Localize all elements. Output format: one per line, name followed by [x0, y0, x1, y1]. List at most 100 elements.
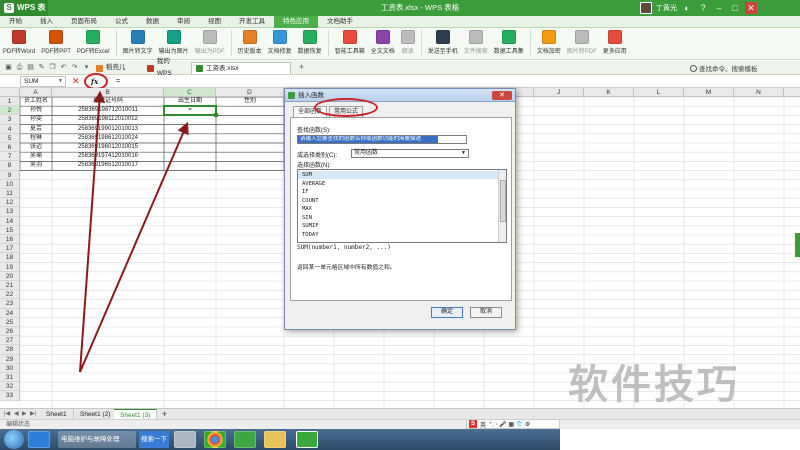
redo-icon[interactable]: ↷	[70, 63, 79, 72]
doc-tab[interactable]: 稻壳儿	[92, 62, 142, 74]
menu-tab[interactable]: 页面布局	[62, 16, 106, 28]
scroll-thumb[interactable]	[500, 180, 506, 222]
doc-tab[interactable]: 工资表.xlsx	[191, 62, 291, 74]
column-header[interactable]: K	[584, 88, 634, 97]
ribbon-button[interactable]: PDF转Word	[3, 30, 35, 55]
print-preview-icon[interactable]: ▤	[26, 63, 35, 72]
row-header[interactable]: 8	[0, 161, 20, 171]
search-button[interactable]: 搜索一下	[139, 431, 169, 448]
ok-button[interactable]: 确定	[431, 307, 463, 318]
row-header[interactable]: 32	[0, 382, 20, 392]
ribbon-button[interactable]: 输出为PDF	[195, 30, 225, 55]
id-number-cell[interactable]: 258369196512010017	[52, 161, 164, 170]
menu-tab[interactable]: 特色应用	[274, 16, 318, 28]
chevron-down-icon[interactable]: ▾	[82, 63, 91, 72]
row-header[interactable]: 26	[0, 327, 20, 337]
start-button[interactable]	[4, 430, 24, 449]
excel-icon[interactable]	[234, 431, 256, 448]
row-header[interactable]: 28	[0, 345, 20, 355]
ribbon-button[interactable]: 数据工具集	[494, 30, 524, 55]
row-header[interactable]: 13	[0, 207, 20, 217]
ribbon-button[interactable]: 历史版本	[238, 30, 262, 55]
row-header[interactable]: 12	[0, 198, 20, 208]
menu-tab[interactable]: 文档助手	[318, 16, 362, 28]
column-header[interactable]: L	[634, 88, 684, 97]
category-select[interactable]: 常用函数 ▼	[351, 149, 469, 158]
undo-icon[interactable]: ↶	[59, 63, 68, 72]
dialog-title-bar[interactable]: 插入函数 ✕	[285, 89, 515, 102]
row-header[interactable]: 14	[0, 216, 20, 226]
row-header[interactable]: 7	[0, 152, 20, 162]
id-number-cell[interactable]: 258369198612010024	[52, 134, 164, 143]
employee-name-cell[interactable]: 程琳	[20, 134, 52, 143]
ribbon-button[interactable]: 数据恢复	[298, 30, 322, 55]
row-header[interactable]: 33	[0, 391, 20, 401]
row-header[interactable]: 2	[0, 106, 20, 116]
maximize-button[interactable]: □	[729, 2, 741, 14]
folder-icon[interactable]	[264, 431, 286, 448]
ribbon-button[interactable]: 更多应用	[603, 30, 627, 55]
ribbon-button[interactable]: 文档修复	[268, 30, 292, 55]
function-list-item[interactable]: AVERAGE	[298, 180, 498, 188]
search-function-input[interactable]: 请输入您要查找的函数名称或函数功能的简要描述	[297, 135, 467, 144]
minimize-button[interactable]: –	[713, 2, 725, 14]
column-header[interactable]: O	[784, 88, 800, 97]
row-header[interactable]: 15	[0, 225, 20, 235]
format-painter-icon[interactable]: ✎	[37, 63, 46, 72]
column-header[interactable]: M	[684, 88, 734, 97]
table-header-cell[interactable]: 性别	[216, 97, 284, 106]
ribbon-button[interactable]: 输出为图片	[159, 30, 189, 55]
table-header-cell[interactable]: 员工姓名	[20, 97, 52, 106]
active-cell[interactable]: =	[163, 105, 217, 117]
row-header[interactable]: 11	[0, 189, 20, 199]
function-list-item[interactable]: MAX	[298, 205, 498, 213]
employee-name-cell[interactable]: 孙雯	[20, 115, 52, 124]
ribbon-button[interactable]: 文件搜索	[464, 30, 488, 55]
menu-tab[interactable]: 插入	[31, 16, 62, 28]
ribbon-button[interactable]: PDF转PPT	[41, 30, 71, 55]
ime-mode[interactable]: 英	[480, 420, 486, 429]
row-header[interactable]: 24	[0, 308, 20, 318]
ribbon-button[interactable]: 智能工具箱	[335, 30, 365, 55]
row-header[interactable]: 16	[0, 235, 20, 245]
column-header[interactable]: N	[734, 88, 784, 97]
function-list[interactable]: SUM AVERAGE IF COUNT MAX SIN SUMIF TODAY	[297, 169, 507, 243]
function-list-item[interactable]: TODAY	[298, 231, 498, 239]
print-icon[interactable]: ⎙	[15, 63, 24, 72]
function-list-item[interactable]: SUM	[298, 171, 498, 179]
row-header[interactable]: 1	[0, 97, 20, 107]
column-header[interactable]: J	[534, 88, 584, 97]
app-menu-button[interactable]: SWPS 表格	[0, 0, 48, 28]
column-header[interactable]: D	[216, 88, 284, 97]
name-box-dropdown-icon[interactable]: ▼	[58, 78, 63, 84]
row-header[interactable]: 5	[0, 133, 20, 143]
chrome-icon[interactable]	[204, 431, 226, 448]
menu-tab[interactable]: 数据	[137, 16, 168, 28]
formula-input[interactable]: =	[116, 75, 120, 88]
function-list-item[interactable]: SUMIF	[298, 222, 498, 230]
cancel-formula-button[interactable]: ✕	[72, 75, 80, 88]
employee-name-cell[interactable]: 张迈	[20, 143, 52, 152]
menu-tab[interactable]: 视图	[199, 16, 230, 28]
menu-tab[interactable]: 审阅	[168, 16, 199, 28]
row-header[interactable]: 23	[0, 299, 20, 309]
row-header[interactable]: 3	[0, 115, 20, 125]
ribbon-button[interactable]: 朗读	[400, 30, 415, 55]
function-list-item[interactable]: SIN	[298, 214, 498, 222]
row-header[interactable]: 20	[0, 271, 20, 281]
close-window-button[interactable]: ✕	[745, 2, 757, 14]
ribbon-button[interactable]: 文档加密	[537, 30, 561, 55]
cancel-button[interactable]: 取消	[470, 307, 502, 318]
row-header[interactable]: 31	[0, 373, 20, 383]
table-header-cell[interactable]: 身份证号码	[52, 97, 164, 106]
row-header[interactable]: 22	[0, 290, 20, 300]
ribbon-button[interactable]: 图片转PDF	[567, 30, 597, 55]
dialog-close-button[interactable]: ✕	[492, 91, 512, 100]
row-header[interactable]: 29	[0, 354, 20, 364]
explorer-icon[interactable]	[174, 431, 196, 448]
menu-tab[interactable]: 公式	[106, 16, 137, 28]
skin-icon[interactable]: ◐	[681, 2, 693, 14]
function-list-item[interactable]: COUNT	[298, 197, 498, 205]
employee-name-cell[interactable]: 吴瑜	[20, 152, 52, 161]
search-command-box[interactable]: 查找命令、搜索模板	[690, 63, 758, 73]
